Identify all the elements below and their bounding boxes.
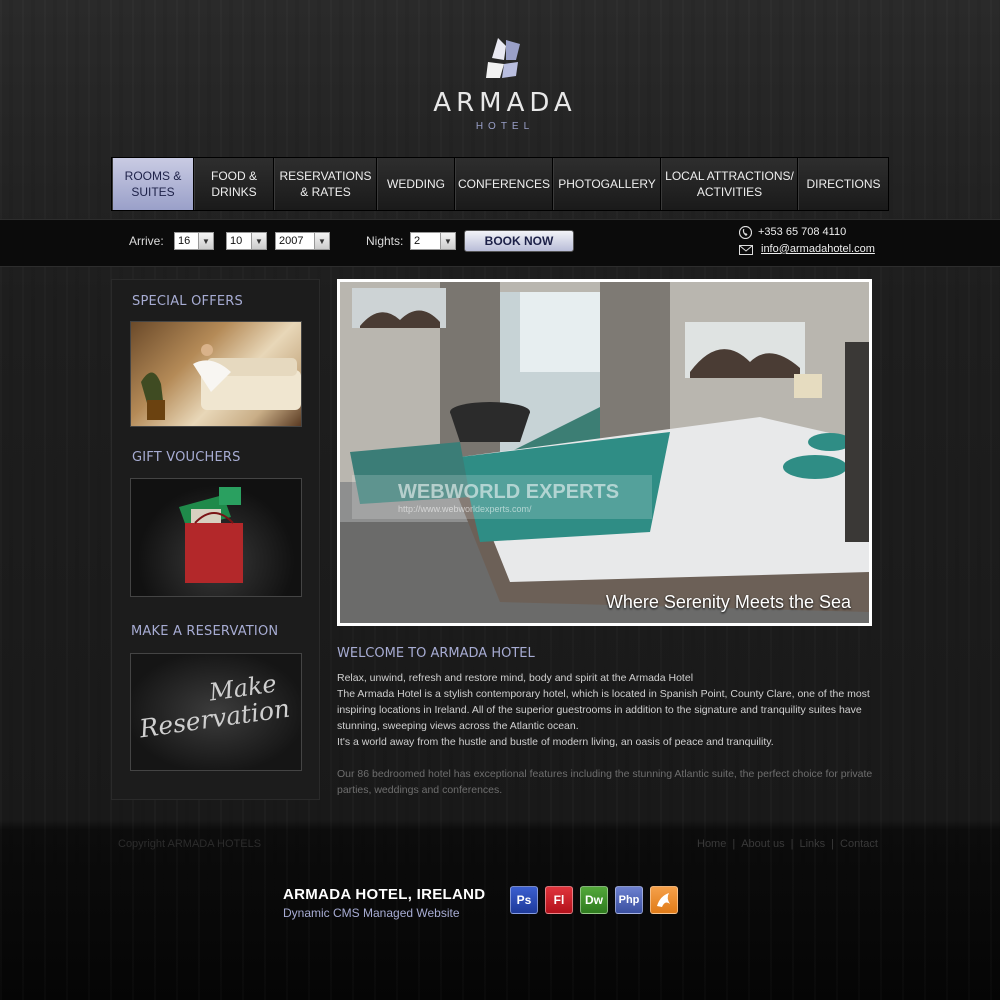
make-reservation-image[interactable]: Make Reservation <box>130 653 302 771</box>
nav-label: LOCAL ATTRACTIONS/ <box>665 169 794 183</box>
hero-caption: Where Serenity Meets the Sea <box>605 592 851 612</box>
nav-label: PHOTOGALLERY <box>558 177 656 191</box>
suite-photo-illustration <box>141 344 301 420</box>
gift-vouchers-image[interactable] <box>130 478 302 597</box>
nav-label: SUITES <box>131 185 175 199</box>
footer-link-contact[interactable]: Contact <box>840 838 878 850</box>
brand-subtitle: HOTEL <box>475 121 535 132</box>
footer-link-about[interactable]: About us <box>741 838 784 850</box>
nav-label: WEDDING <box>387 177 445 191</box>
footer-links: Home | About us | Links | Contact <box>697 838 878 850</box>
tool-icons: Ps Fl Dw Php <box>510 886 678 914</box>
welcome-paragraph: It's a world away from the hustle and bu… <box>337 736 774 748</box>
flash-icon: Fl <box>545 886 573 914</box>
nights-label: Nights: <box>366 234 404 248</box>
nav-local-attractions[interactable]: LOCAL ATTRACTIONS/ACTIVITIES <box>661 158 798 210</box>
welcome-paragraph-extra: Our 86 bedroomed hotel has exceptional f… <box>337 768 873 796</box>
select-value: 2 <box>414 235 421 247</box>
logo-sails-icon <box>486 38 520 78</box>
watermark: WEBWORLD EXPERTS http://www.webworldexpe… <box>352 475 652 519</box>
chevron-down-icon: ▼ <box>251 233 266 249</box>
nav-label: ACTIVITIES <box>696 185 763 199</box>
nav-label: CONFERENCES <box>457 177 550 191</box>
special-offers-image[interactable] <box>130 321 302 427</box>
chevron-down-icon: ▼ <box>198 233 213 249</box>
contact-phone: +353 65 708 4110 <box>758 226 847 238</box>
chevron-down-icon: ▼ <box>440 233 455 249</box>
nav-label: ROOMS & <box>124 169 182 183</box>
chevron-down-icon: ▼ <box>314 233 329 249</box>
arrive-year-select[interactable]: 2007 ▼ <box>275 232 330 250</box>
contact-email-link[interactable]: info@armadahotel.com <box>761 243 875 255</box>
footer-link-home[interactable]: Home <box>697 838 726 850</box>
watermark-title: WEBWORLD EXPERTS <box>398 480 620 503</box>
hero-image[interactable]: WEBWORLD EXPERTS http://www.webworldexpe… <box>337 279 872 626</box>
nav-directions[interactable]: DIRECTIONS <box>798 158 888 210</box>
hotel-room-illustration <box>340 282 869 623</box>
select-value: 16 <box>178 235 191 247</box>
book-now-button[interactable]: BOOK NOW <box>464 230 574 252</box>
nav-label: RESERVATIONS <box>279 169 372 183</box>
welcome-text: Relax, unwind, refresh and restore mind,… <box>337 670 877 750</box>
arrive-day-select[interactable]: 16 ▼ <box>174 232 214 250</box>
showcase-title: ARMADA HOTEL, IRELAND <box>283 886 486 903</box>
footer-separator: | <box>732 838 736 850</box>
welcome-paragraph: Relax, unwind, refresh and restore mind,… <box>337 672 694 684</box>
nav-rooms-suites[interactable]: ROOMS & SUITES <box>112 158 194 210</box>
footer-copyright: Copyright ARMADA HOTELS <box>118 838 262 850</box>
select-value: 10 <box>230 235 243 247</box>
footer-separator: | <box>831 838 835 850</box>
gift-vouchers-heading[interactable]: GIFT VOUCHERS <box>132 450 241 465</box>
nav-label: DRINKS <box>211 185 257 199</box>
showcase-subtitle: Dynamic CMS Managed Website <box>283 906 460 920</box>
make-reservation-heading[interactable]: MAKE A RESERVATION <box>131 624 278 639</box>
watermark-url: http://www.webworldexperts.com/ <box>398 503 532 514</box>
footer-separator: | <box>790 838 794 850</box>
phone-icon <box>739 226 752 239</box>
dreamweaver-icon: Dw <box>580 886 608 914</box>
dolphin-icon <box>657 893 670 907</box>
arrive-label: Arrive: <box>129 234 164 248</box>
gift-bag-illustration <box>179 487 243 583</box>
select-value: 2007 <box>279 235 304 247</box>
nav-photogallery[interactable]: PHOTOGALLERY <box>553 158 661 210</box>
nav-conferences[interactable]: CONFERENCES <box>455 158 553 210</box>
nav-food-drinks[interactable]: FOOD & DRINKS <box>194 158 274 210</box>
php-icon: Php <box>615 886 643 914</box>
nav-label: FOOD & <box>210 169 257 183</box>
mail-icon <box>739 245 753 255</box>
arrive-month-select[interactable]: 10 ▼ <box>226 232 267 250</box>
footer-link-links[interactable]: Links <box>799 838 825 850</box>
brand-name[interactable]: ARMADA <box>400 88 610 118</box>
welcome-heading: WELCOME TO ARMADA HOTEL <box>337 646 535 661</box>
main-nav: ROOMS & SUITES FOOD & DRINKS RESERVATIONS &… <box>111 157 889 211</box>
nav-label: & RATES <box>300 185 351 199</box>
welcome-paragraph: The Armada Hotel is a stylish contempora… <box>337 688 870 732</box>
special-offers-heading[interactable]: SPECIAL OFFERS <box>132 294 243 309</box>
mysql-icon <box>650 886 678 914</box>
nav-wedding[interactable]: WEDDING <box>377 158 455 210</box>
nights-select[interactable]: 2 ▼ <box>410 232 456 250</box>
nav-reservations-rates[interactable]: RESERVATIONS & RATES <box>274 158 377 210</box>
photoshop-icon: Ps <box>510 886 538 914</box>
nav-label: DIRECTIONS <box>806 177 881 191</box>
